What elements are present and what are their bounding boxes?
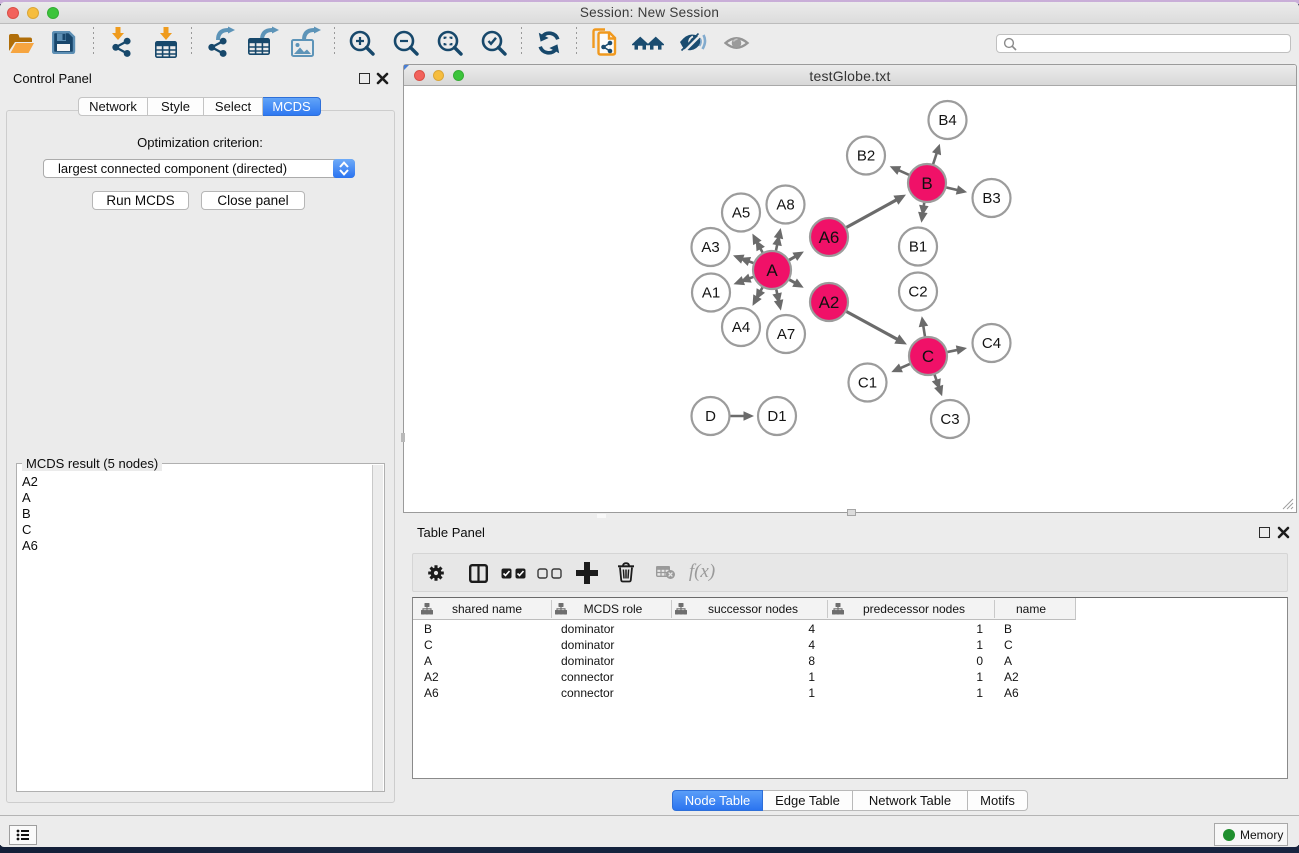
svg-text:B2: B2 — [857, 148, 875, 165]
svg-text:C: C — [922, 347, 934, 366]
svg-text:A4: A4 — [732, 319, 750, 336]
svg-text:A7: A7 — [777, 326, 795, 343]
svg-text:C4: C4 — [982, 335, 1001, 352]
svg-text:C3: C3 — [940, 411, 959, 428]
svg-text:A6: A6 — [819, 228, 840, 247]
svg-text:A2: A2 — [819, 293, 840, 312]
svg-text:B1: B1 — [909, 239, 927, 256]
svg-text:B: B — [921, 174, 932, 193]
svg-text:D: D — [705, 408, 716, 425]
svg-text:A1: A1 — [702, 285, 720, 302]
svg-text:D1: D1 — [767, 408, 786, 425]
svg-text:A: A — [766, 261, 778, 280]
svg-text:A3: A3 — [701, 239, 719, 256]
svg-text:B4: B4 — [938, 112, 956, 129]
svg-text:A5: A5 — [732, 205, 750, 222]
svg-text:B3: B3 — [982, 190, 1000, 207]
svg-text:C2: C2 — [908, 284, 927, 301]
svg-text:C1: C1 — [858, 375, 877, 392]
svg-text:A8: A8 — [776, 197, 794, 214]
